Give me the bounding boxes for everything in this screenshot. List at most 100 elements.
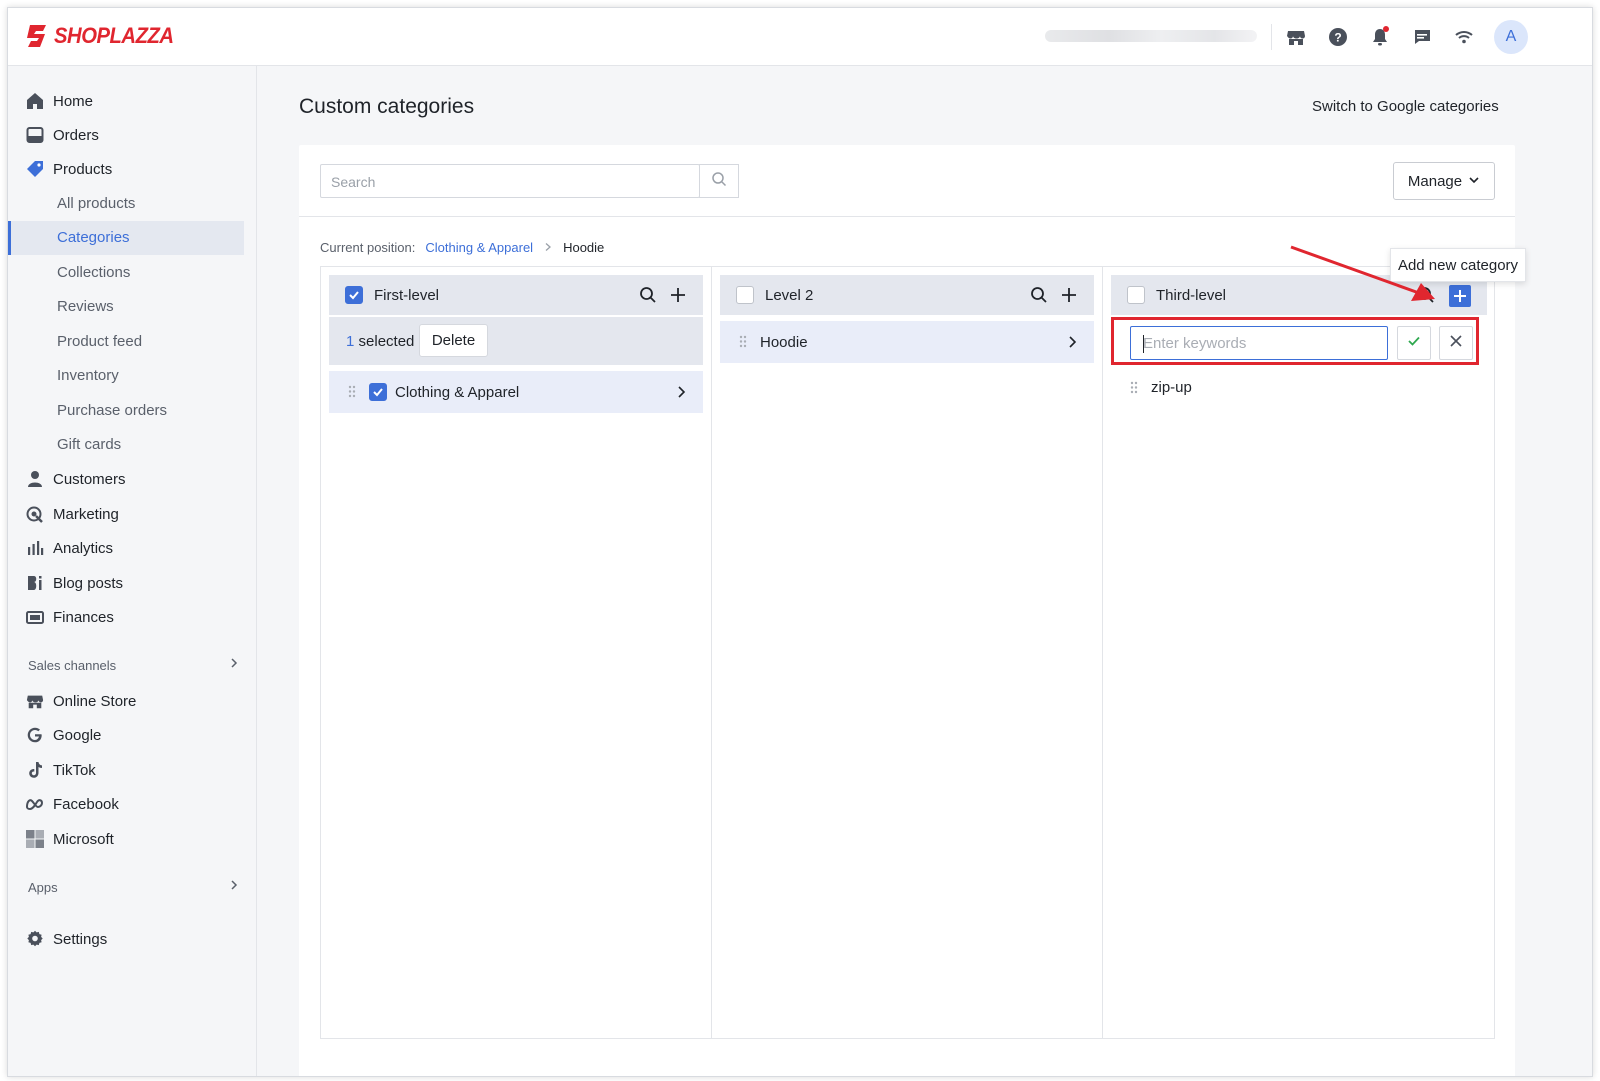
- sidebar-item-products[interactable]: Products: [8, 152, 244, 186]
- first-level-header: First-level: [329, 275, 703, 315]
- drag-handle-icon[interactable]: [739, 335, 747, 352]
- item-label: Hoodie: [760, 333, 808, 351]
- section-title: Sales channels: [28, 658, 117, 673]
- list-item[interactable]: Hoodie: [720, 321, 1094, 363]
- drag-handle-icon[interactable]: [348, 385, 356, 402]
- sales-channels-header[interactable]: Sales channels: [28, 658, 240, 673]
- sidebar-label: Analytics: [53, 539, 114, 557]
- microsoft-icon: [25, 829, 45, 849]
- cancel-button[interactable]: [1439, 326, 1473, 360]
- sidebar-item-home[interactable]: Home: [8, 84, 244, 118]
- sidebar-label: Customers: [53, 470, 126, 488]
- column-title: Level 2: [765, 286, 814, 304]
- item-label: zip-up: [1151, 379, 1192, 396]
- sidebar-item-online-store[interactable]: Online Store: [8, 684, 244, 718]
- bell-icon[interactable]: [1368, 25, 1392, 49]
- sidebar-item-analytics[interactable]: Analytics: [8, 531, 244, 565]
- selection-bar: 1 selected Delete: [329, 317, 703, 365]
- breadcrumb-link[interactable]: Clothing & Apparel: [425, 240, 533, 255]
- delete-button[interactable]: Delete: [419, 324, 488, 357]
- sidebar-sub-categories[interactable]: Categories: [8, 221, 244, 255]
- svg-text:?: ?: [1334, 31, 1341, 45]
- manage-button[interactable]: Manage: [1393, 162, 1495, 200]
- top-bar: SHOPLAZZA ? A: [8, 8, 1592, 66]
- sidebar-sub-purchase-orders[interactable]: Purchase orders: [8, 394, 244, 428]
- sidebar-label: Home: [53, 92, 94, 110]
- list-item[interactable]: zip-up: [1111, 371, 1487, 405]
- keyword-placeholder: Enter keywords: [1143, 335, 1247, 352]
- marketing-icon: [25, 504, 45, 524]
- chevron-right-icon: [543, 240, 553, 255]
- chevron-right-icon: [228, 657, 240, 672]
- sidebar-item-customers[interactable]: Customers: [8, 462, 244, 496]
- sidebar-label: Finances: [53, 608, 114, 626]
- sidebar-item-blog-posts[interactable]: Blog posts: [8, 566, 244, 600]
- plus-icon[interactable]: [1059, 285, 1079, 305]
- selected-count: 1 selected: [346, 333, 414, 350]
- drag-handle-icon[interactable]: [1130, 381, 1138, 398]
- sidebar-item-microsoft[interactable]: Microsoft: [8, 822, 244, 856]
- sidebar-item-tiktok[interactable]: TikTok: [8, 753, 244, 787]
- search-button[interactable]: [699, 164, 739, 198]
- confirm-button[interactable]: [1397, 326, 1431, 360]
- sidebar-label: TikTok: [53, 761, 96, 779]
- item-checkbox[interactable]: [369, 383, 387, 401]
- sidebar-sub-gift-cards[interactable]: Gift cards: [8, 428, 244, 462]
- breadcrumb: Current position: Clothing & Apparel Hoo…: [320, 240, 604, 255]
- sidebar-label: Purchase orders: [57, 402, 168, 419]
- sidebar-item-marketing[interactable]: Marketing: [8, 497, 244, 531]
- sidebar-label: Blog posts: [53, 574, 124, 592]
- search-icon[interactable]: [1029, 285, 1049, 305]
- sidebar-label: Categories: [57, 229, 130, 246]
- sidebar-label: Online Store: [53, 692, 137, 710]
- search-icon[interactable]: [638, 285, 658, 305]
- notification-dot: [1383, 26, 1389, 32]
- plus-icon[interactable]: [668, 285, 688, 305]
- sidebar-item-finances[interactable]: Finances: [8, 600, 244, 634]
- help-icon[interactable]: ?: [1326, 25, 1350, 49]
- switch-to-google-link[interactable]: Switch to Google categories: [1312, 98, 1499, 115]
- column-title: Third-level: [1156, 286, 1227, 304]
- list-item[interactable]: Clothing & Apparel: [329, 371, 703, 413]
- sidebar-label: Inventory: [57, 367, 119, 384]
- sidebar-label: Marketing: [53, 505, 119, 523]
- search-placeholder: Search: [331, 174, 376, 190]
- sidebar-sub-collections[interactable]: Collections: [8, 256, 244, 290]
- select-all-checkbox[interactable]: [736, 286, 754, 304]
- sidebar-item-facebook[interactable]: Facebook: [8, 787, 244, 821]
- sidebar-label: Collections: [57, 264, 131, 281]
- store-icon[interactable]: [1284, 25, 1308, 49]
- sidebar-item-google[interactable]: Google: [8, 718, 244, 752]
- chevron-right-icon[interactable]: [1066, 335, 1078, 353]
- message-icon[interactable]: [1410, 25, 1434, 49]
- sidebar-item-settings[interactable]: Settings: [8, 922, 244, 956]
- chevron-down-icon: [1468, 173, 1480, 190]
- sidebar-label: Settings: [53, 930, 108, 948]
- sidebar-label: Google: [53, 726, 102, 744]
- level-2-column: Level 2 Hoodie: [711, 267, 1102, 1038]
- tag-icon: [25, 159, 45, 179]
- sidebar-item-orders[interactable]: Orders: [8, 118, 244, 152]
- select-all-checkbox[interactable]: [1127, 286, 1145, 304]
- breadcrumb-current: Hoodie: [563, 240, 605, 255]
- sidebar-sub-all-products[interactable]: All products: [8, 187, 244, 221]
- breadcrumb-prefix: Current position:: [320, 240, 416, 255]
- select-all-checkbox[interactable]: [345, 286, 363, 304]
- sidebar-label: Microsoft: [53, 830, 114, 848]
- search-input[interactable]: Search: [320, 164, 700, 198]
- avatar[interactable]: A: [1494, 20, 1528, 54]
- home-icon: [25, 91, 45, 111]
- wifi-icon[interactable]: [1452, 25, 1476, 49]
- apps-header[interactable]: Apps: [28, 880, 240, 895]
- keyword-input[interactable]: Enter keywords: [1130, 326, 1388, 360]
- text-caret: [1143, 335, 1144, 353]
- sidebar-sub-product-feed[interactable]: Product feed: [8, 325, 244, 359]
- sidebar-sub-inventory[interactable]: Inventory: [8, 359, 244, 393]
- sidebar-sub-reviews[interactable]: Reviews: [8, 290, 244, 324]
- brand-logo[interactable]: SHOPLAZZA: [26, 23, 184, 49]
- brand-name: SHOPLAZZA: [54, 23, 174, 48]
- chevron-right-icon[interactable]: [675, 385, 687, 403]
- search-icon: [711, 171, 727, 192]
- app-window: SHOPLAZZA ? A Home Orders Products All p…: [7, 7, 1593, 1077]
- avatar-initial: A: [1505, 28, 1517, 45]
